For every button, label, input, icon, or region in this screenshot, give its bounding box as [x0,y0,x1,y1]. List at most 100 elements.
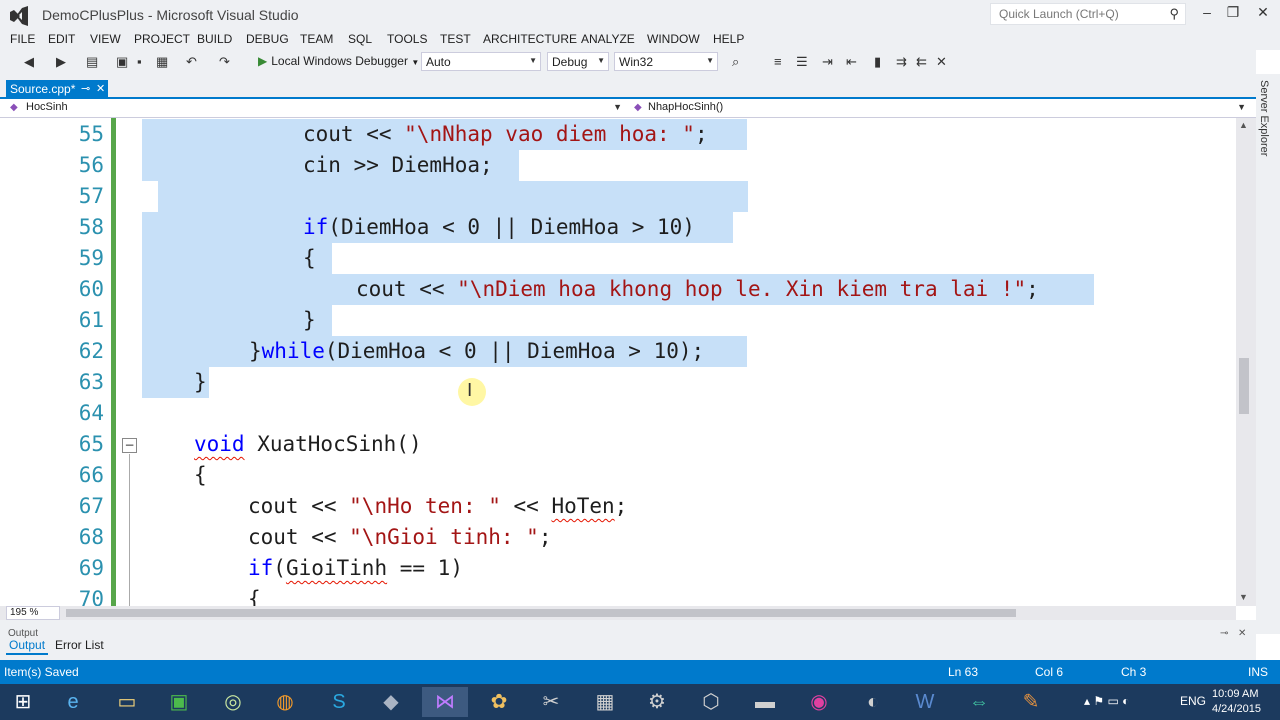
input-language[interactable]: ENG [1180,694,1206,708]
pin-icon[interactable]: ⊸ [81,82,90,95]
code-text: cout << "\nHo ten: " << HoTen; [248,494,628,518]
scroll-up-icon[interactable]: ▲ [1239,120,1248,130]
open-file-icon[interactable]: ▣ [116,54,128,70]
comment-icon[interactable]: ≡ [774,54,782,69]
horizontal-scroll-thumb[interactable] [66,609,1016,617]
start-debugging-button[interactable]: ▶ Local Windows Debugger ▼ [258,54,419,68]
menu-window[interactable]: WINDOW [647,32,700,46]
code-line: 67 cout << "\nHo ten: " << HoTen; [0,491,1236,522]
firefox-icon[interactable]: ◍ [262,687,308,717]
clock-date[interactable]: 4/24/2015 [1212,703,1261,715]
scroll-down-icon[interactable]: ▼ [1239,592,1248,602]
menu-tools[interactable]: TOOLS [387,32,427,46]
menu-file[interactable]: FILE [10,32,35,46]
code-line: 62 }while(DiemHoa < 0 || DiemHoa > 10); [0,336,1236,367]
save-all-icon[interactable]: ▦ [156,54,168,70]
tab-output[interactable]: Output [6,638,49,655]
notes-icon[interactable]: ◆ [368,687,414,717]
save-icon[interactable]: ▪ [137,54,142,69]
vertical-scrollbar[interactable]: ▲ ▼ [1236,118,1256,606]
server-explorer-tab[interactable]: Server Explorer [1258,80,1270,156]
pin-icon[interactable]: ⊸ [1220,628,1228,639]
status-bar: Item(s) Saved Ln 63 Col 6 Ch 3 INS [0,660,1280,684]
snipping-tool-icon[interactable]: ✂ [528,687,574,717]
menu-view[interactable]: VIEW [90,32,121,46]
platform-value: Win32 [619,55,654,69]
app-icon[interactable]: ✎ [1008,687,1054,717]
menu-sql[interactable]: SQL [348,32,372,46]
app-icon[interactable]: ◉ [796,687,842,717]
code-editor[interactable]: 55 cout << "\nNhap vao diem hoa: "; 56 c… [0,118,1236,606]
menu-help[interactable]: HELP [713,32,744,46]
menu-analyze[interactable]: ANALYZE [581,32,635,46]
tray-icons[interactable]: ▴ ⚑ ▭ ◐ [1084,694,1129,708]
quick-launch-input[interactable]: Quick Launch (Ctrl+Q) ⚲ [990,3,1186,25]
code-text: cout << "\nDiem hoa khong hop le. Xin ki… [142,274,1094,305]
class-dropdown[interactable]: ◆ HocSinh ▼ [6,101,626,117]
member-dropdown[interactable]: ◆ NhapHocSinh() ▼ [630,101,1250,117]
command-prompt-icon[interactable]: ▬ [742,687,788,717]
next-bookmark-icon[interactable]: ⇉ [896,54,907,70]
outdent-icon[interactable]: ⇤ [846,54,857,70]
method-icon: ◆ [634,102,642,113]
menu-edit[interactable]: EDIT [48,32,75,46]
prev-bookmark-icon[interactable]: ⇇ [916,54,927,70]
menu-test[interactable]: TEST [440,32,471,46]
class-icon: ◆ [10,102,18,113]
tab-error-list[interactable]: Error List [55,638,104,652]
side-panel-strip [1256,74,1280,634]
navigate-back-icon[interactable]: ◀ [24,54,34,70]
start-button-icon[interactable]: ⊞ [0,687,46,717]
indent-icon[interactable]: ⇥ [822,54,833,70]
virtualbox-icon[interactable]: ⬡ [688,687,734,717]
app-icon[interactable]: ⚙ [634,687,680,717]
menu-build[interactable]: BUILD [197,32,232,46]
paint-icon[interactable]: ✿ [476,687,522,717]
internet-explorer-icon[interactable]: e [50,687,96,717]
app-icon[interactable]: ◎ [210,687,256,717]
menu-project[interactable]: PROJECT [134,32,190,46]
uncomment-icon[interactable]: ☰ [796,54,808,70]
find-in-files-icon[interactable]: ⌕ [732,54,739,70]
eclipse-icon[interactable]: ◐ [850,687,896,717]
status-line: Ln 63 [948,665,979,679]
chevron-down-icon: ▼ [613,102,622,112]
new-project-icon[interactable]: ▤ [86,54,98,70]
visual-studio-taskbar-icon[interactable]: ⋈ [422,687,468,717]
configuration-dropdown[interactable]: Debug ▼ [547,52,609,71]
skype-icon[interactable]: S [316,687,362,717]
file-explorer-icon[interactable]: ▭ [104,687,150,717]
redo-icon[interactable]: ↷ [219,54,230,70]
menu-debug[interactable]: DEBUG [246,32,289,46]
store-icon[interactable]: ▣ [156,687,202,717]
menu-team[interactable]: TEAM [300,32,333,46]
vertical-scroll-thumb[interactable] [1239,358,1249,414]
code-line: 68 cout << "\nGioi tinh: "; [0,522,1236,553]
zoom-dropdown[interactable]: 195 % [6,606,60,620]
clear-bookmarks-icon[interactable]: ✕ [936,54,947,70]
navigate-forward-icon[interactable]: ▶ [56,54,66,70]
teamviewer-icon[interactable]: ⇔ [956,687,1002,717]
output-panel: Output ⊸ ✕ Output Error List [0,620,1256,660]
undo-icon[interactable]: ↶ [186,54,197,70]
word-icon[interactable]: W [902,687,948,717]
code-text: { [248,587,261,606]
close-icon[interactable]: ✕ [1248,4,1278,21]
platform-dropdown[interactable]: Win32 ▼ [614,52,718,71]
code-text: void XuatHocSinh() [194,432,422,456]
bookmark-icon[interactable]: ▮ [874,54,881,70]
code-line: 64 [0,398,1236,429]
debug-target-dropdown[interactable]: Auto ▼ [421,52,541,71]
code-line: 60 cout << "\nDiem hoa khong hop le. Xin… [0,274,1236,305]
close-icon[interactable]: ✕ [96,82,105,95]
calculator-icon[interactable]: ▦ [582,687,628,717]
tab-source-cpp[interactable]: Source.cpp* ⊸ ✕ [6,80,108,99]
horizontal-scrollbar[interactable]: 195 % [0,606,1236,620]
title-bar: DemoCPlusPlus - Microsoft Visual Studio … [0,0,1280,30]
collapse-outline-icon[interactable]: − [122,438,137,453]
clock-time[interactable]: 10:09 AM [1212,688,1258,700]
menu-architecture[interactable]: ARCHITECTURE [483,32,577,46]
close-icon[interactable]: ✕ [1238,628,1246,639]
restore-icon[interactable]: ❐ [1218,4,1248,21]
class-dropdown-value: HocSinh [26,101,68,113]
